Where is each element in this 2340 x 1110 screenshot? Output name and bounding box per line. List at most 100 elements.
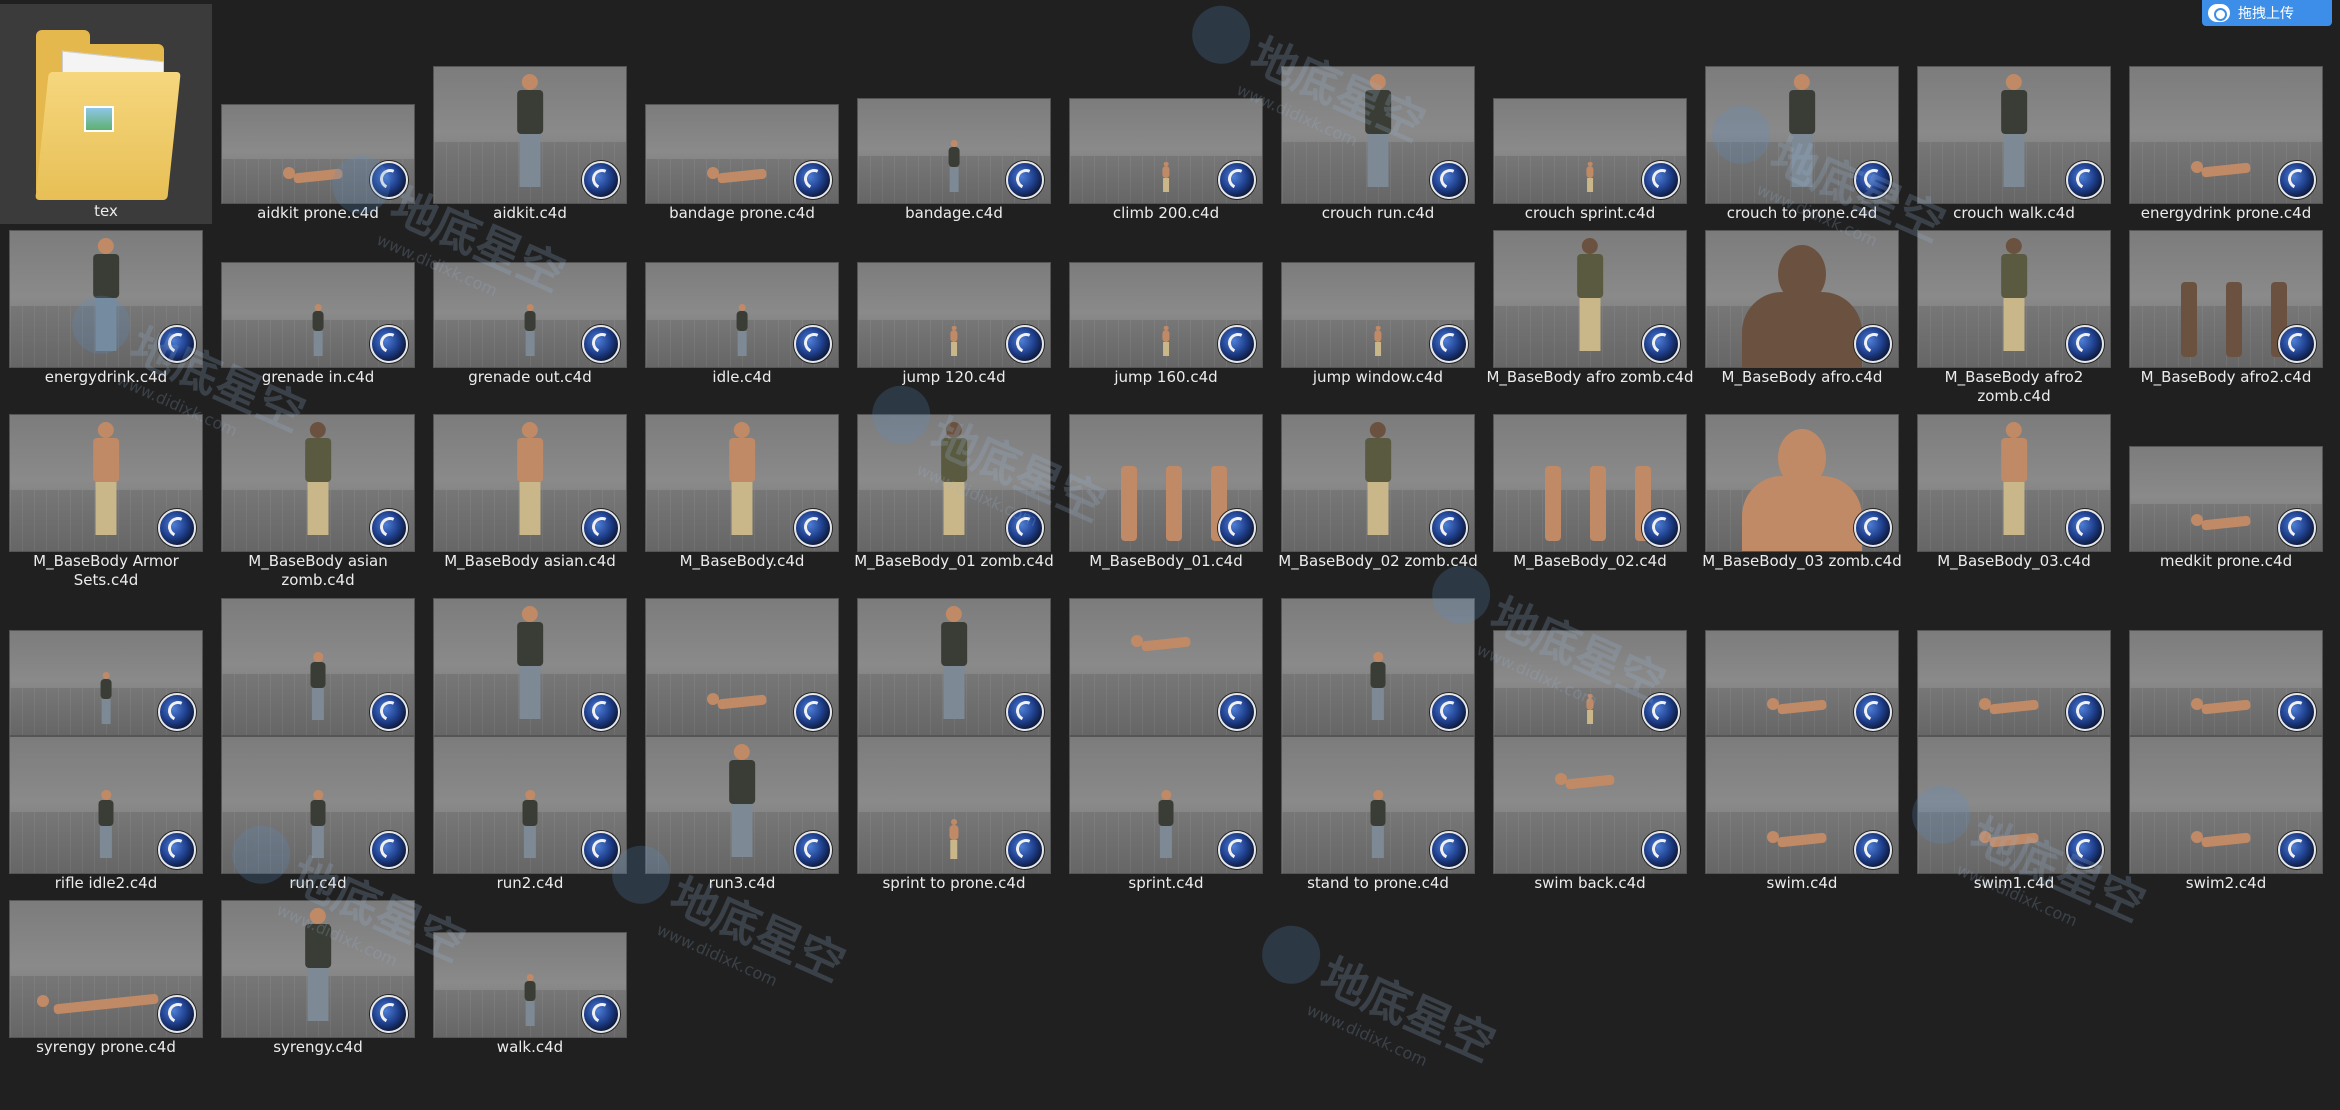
head-shape [706,167,719,180]
file-label: M_BaseBody_02.c4d [1513,552,1667,570]
upload-label: 拖拽上传 [2238,6,2294,22]
character-figure [1372,325,1384,357]
character-figure [507,421,553,538]
file-thumbnail [2129,230,2323,368]
head-shape [2005,421,2023,438]
body-shape [2201,161,2251,178]
file-label: energydrink.c4d [44,368,168,386]
legs-shape [1375,341,1381,356]
head-shape [309,421,327,438]
file-label: swim1.c4d [1973,874,2055,892]
cinema4d-icon [794,693,832,731]
head-shape [950,139,958,147]
head-shape [1554,773,1567,786]
file-thumbnail [1069,736,1263,874]
legs-shape [2003,481,2025,536]
body-shape [717,168,767,184]
file-thumbnail [9,900,203,1038]
file-thumbnail [9,736,203,874]
cinema4d-icon [1854,161,1892,199]
file-label: crouch run.c4d [1321,204,1435,222]
character-figure [1737,415,1867,551]
head-shape [1373,790,1383,800]
legs-shape [525,331,535,356]
body-shape [2226,282,2242,357]
cinema4d-icon [1006,509,1044,547]
file-label: M_BaseBody asian zomb.c4d [248,552,388,589]
legs-shape [101,699,111,724]
file-label: M_BaseBody_01.c4d [1089,552,1243,570]
cinema4d-icon [1218,161,1256,199]
file-label: M_BaseBody.c4d [679,552,805,570]
character-figure [1355,421,1401,538]
head-shape [309,907,327,924]
file-thumbnail [1917,630,2111,736]
body-shape [1586,166,1594,178]
legs-shape [1367,481,1389,536]
character-figure [1101,453,1231,541]
body-shape [1370,661,1386,689]
cinema4d-icon [2278,325,2316,363]
head-shape [2190,830,2203,843]
head-shape [526,973,534,981]
body-shape [1789,89,1815,134]
body-shape [1166,466,1182,541]
file-thumbnail [1281,736,1475,874]
file-label: M_BaseBody afro.c4d [1721,368,1883,386]
file-thumbnail [1281,414,1475,552]
head-shape [97,421,115,438]
file-thumbnail [221,104,415,204]
legs-shape [2003,133,2025,188]
body-shape [522,799,538,827]
cinema4d-icon [2278,161,2316,199]
file-thumbnail [221,736,415,874]
cinema4d-icon [158,509,196,547]
legs-shape [519,481,541,536]
file-thumbnail [221,414,415,552]
cinema4d-icon [582,693,620,731]
character-figure [2190,514,2261,532]
body-shape [517,437,543,482]
body-shape [2001,89,2027,134]
body-shape [1590,466,1606,541]
folder-label: tex [94,202,118,220]
body-shape [1586,698,1594,710]
body-shape [1374,330,1382,342]
character-figure [2190,830,2261,849]
file-label: energydrink prone.c4d [2140,204,2312,222]
legs-shape [1371,688,1385,720]
head-shape [521,421,539,438]
file-thumbnail [221,262,415,368]
body-shape [1742,476,1862,551]
file-label: walk.c4d [496,1038,564,1056]
head-shape [2190,698,2203,711]
body-shape [950,330,958,342]
body-shape [2181,282,2197,357]
file-thumbnail [857,262,1051,368]
character-figure [92,790,120,859]
legs-shape [1367,133,1389,188]
cinema4d-icon [1430,325,1468,363]
head-shape [1581,237,1599,254]
character-figure [307,303,328,357]
head-shape [1778,244,1826,303]
file-thumbnail [2129,630,2323,736]
file-thumbnail [1281,66,1475,204]
body-shape [93,437,119,482]
cinema4d-icon [1642,161,1680,199]
body-shape [736,311,748,332]
legs-shape [951,341,957,356]
head-shape [1130,635,1143,648]
character-figure [1554,773,1625,791]
head-shape [1369,73,1387,90]
file-thumbnail [1281,262,1475,368]
body-shape [1162,166,1170,178]
legs-shape [731,481,753,536]
cinema4d-icon [582,325,620,363]
cinema4d-icon [1430,693,1468,731]
character-figure [1737,231,1867,367]
legs-shape [523,826,537,858]
body-shape [1121,466,1137,541]
upload-button[interactable]: 拖拽上传 [2202,0,2332,26]
file-thumbnail [433,932,627,1038]
